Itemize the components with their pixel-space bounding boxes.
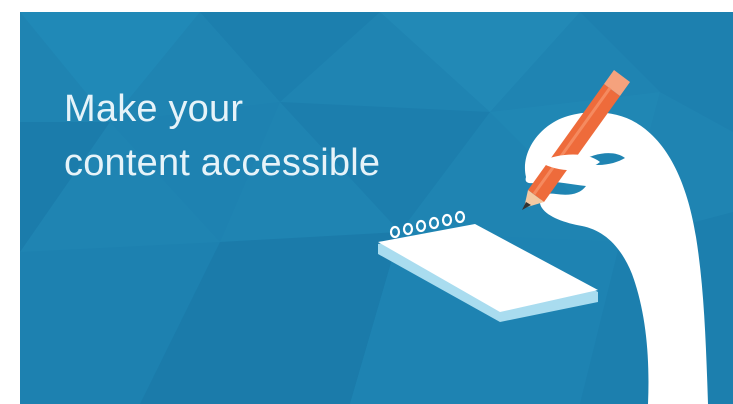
illustration xyxy=(378,70,708,404)
accessibility-banner: Make your content accessible xyxy=(20,12,733,404)
notepad-icon xyxy=(378,210,598,322)
page-frame: Make your content accessible xyxy=(0,0,733,404)
